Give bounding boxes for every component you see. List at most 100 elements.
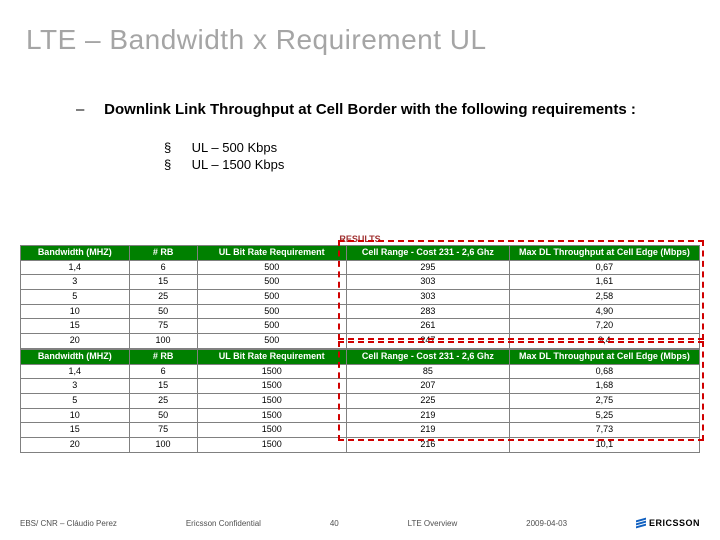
table-cell: 9,4 <box>509 334 699 349</box>
table-cell: 5,25 <box>509 408 699 423</box>
table-cell: 75 <box>129 319 197 334</box>
table-row: 31515002071,68 <box>21 379 700 394</box>
table-cell: 500 <box>197 275 346 290</box>
col-rb: # RB <box>129 246 197 261</box>
table-row: 5255003032,58 <box>21 290 700 305</box>
table-cell: 3 <box>21 275 130 290</box>
table-cell: 1,61 <box>509 275 699 290</box>
table-row: 10505002834,90 <box>21 304 700 319</box>
col-cell-range: Cell Range - Cost 231 - 2,6 Ghz <box>346 246 509 261</box>
footer-page: 40 <box>330 519 339 528</box>
table-cell: 85 <box>346 364 509 379</box>
table-cell: 15 <box>129 275 197 290</box>
footer-author: EBS/ CNR – Cláudio Perez <box>20 519 117 528</box>
table-row: 105015002195,25 <box>21 408 700 423</box>
table-cell: 5 <box>21 290 130 305</box>
table-row: 15755002617,20 <box>21 319 700 334</box>
results-area: RESULTS Bandwidth (MHZ) # RB UL Bit Rate… <box>20 234 700 453</box>
slide-title: LTE – Bandwidth x Requirement UL <box>26 24 487 56</box>
table-cell: 219 <box>346 408 509 423</box>
table-cell: 7,73 <box>509 423 699 438</box>
table-cell: 0,67 <box>509 260 699 275</box>
table-cell: 225 <box>346 393 509 408</box>
results-heading: RESULTS <box>20 234 700 244</box>
table-cell: 1,4 <box>21 364 130 379</box>
col-bandwidth: Bandwidth (MHZ) <box>21 246 130 261</box>
table-cell: 1,68 <box>509 379 699 394</box>
table-cell: 1500 <box>197 408 346 423</box>
table-cell: 261 <box>346 319 509 334</box>
col-rb: # RB <box>129 349 197 364</box>
table-cell: 50 <box>129 304 197 319</box>
footer-date: 2009-04-03 <box>526 519 567 528</box>
col-bandwidth: Bandwidth (MHZ) <box>21 349 130 364</box>
table-cell: 283 <box>346 304 509 319</box>
table-row: 3155003031,61 <box>21 275 700 290</box>
dash-bullet: – <box>76 98 100 122</box>
square-bullet-icon: § <box>164 140 188 155</box>
sublist: § UL – 500 Kbps § UL – 1500 Kbps <box>164 140 680 172</box>
table-body: 1,461500850,6831515002071,6852515002252,… <box>21 364 700 452</box>
table-cell: 500 <box>197 319 346 334</box>
table-cell: 500 <box>197 260 346 275</box>
ericsson-logo: ERICSSON <box>636 518 700 528</box>
table-cell: 100 <box>129 437 197 452</box>
table-cell: 7,20 <box>509 319 699 334</box>
table-cell: 207 <box>346 379 509 394</box>
table-cell: 0,68 <box>509 364 699 379</box>
list-item-label: UL – 1500 Kbps <box>192 157 285 172</box>
intro-line: – Downlink Link Throughput at Cell Borde… <box>100 98 680 122</box>
logo-text: ERICSSON <box>649 518 700 528</box>
table-cell: 20 <box>21 334 130 349</box>
table-row: 1,461500850,68 <box>21 364 700 379</box>
list-item: § UL – 1500 Kbps <box>164 157 680 172</box>
col-cell-range: Cell Range - Cost 231 - 2,6 Ghz <box>346 349 509 364</box>
footer-section: LTE Overview <box>408 519 458 528</box>
table-cell: 10 <box>21 408 130 423</box>
footer-confidential: Ericsson Confidential <box>186 519 261 528</box>
table-cell: 15 <box>129 379 197 394</box>
table-row: 20100150021610,1 <box>21 437 700 452</box>
table-cell: 6 <box>129 364 197 379</box>
table-cell: 25 <box>129 393 197 408</box>
ericsson-bars-icon <box>636 518 646 529</box>
table-row: 201005002479,4 <box>21 334 700 349</box>
col-ul-bitrate: UL Bit Rate Requirement <box>197 349 346 364</box>
table-cell: 6 <box>129 260 197 275</box>
table-header-row: Bandwidth (MHZ) # RB UL Bit Rate Require… <box>21 349 700 364</box>
table-cell: 247 <box>346 334 509 349</box>
results-table-1500: Bandwidth (MHZ) # RB UL Bit Rate Require… <box>20 349 700 453</box>
table-row: 1,465002950,67 <box>21 260 700 275</box>
list-item: § UL – 500 Kbps <box>164 140 680 155</box>
footer: EBS/ CNR – Cláudio Perez Ericsson Confid… <box>20 518 700 528</box>
table-cell: 1500 <box>197 393 346 408</box>
table-cell: 1500 <box>197 423 346 438</box>
col-ul-bitrate: UL Bit Rate Requirement <box>197 246 346 261</box>
table-cell: 3 <box>21 379 130 394</box>
table-cell: 20 <box>21 437 130 452</box>
table-cell: 216 <box>346 437 509 452</box>
col-max-dl: Max DL Throughput at Cell Edge (Mbps) <box>509 246 699 261</box>
table-cell: 1500 <box>197 437 346 452</box>
table-cell: 303 <box>346 275 509 290</box>
table-cell: 2,58 <box>509 290 699 305</box>
table-row: 52515002252,75 <box>21 393 700 408</box>
table-cell: 1,4 <box>21 260 130 275</box>
table-cell: 1500 <box>197 364 346 379</box>
results-table-500: Bandwidth (MHZ) # RB UL Bit Rate Require… <box>20 245 700 349</box>
table-cell: 500 <box>197 334 346 349</box>
table-cell: 50 <box>129 408 197 423</box>
table-header-row: Bandwidth (MHZ) # RB UL Bit Rate Require… <box>21 246 700 261</box>
table-cell: 500 <box>197 290 346 305</box>
table-cell: 10,1 <box>509 437 699 452</box>
table-cell: 25 <box>129 290 197 305</box>
square-bullet-icon: § <box>164 157 188 172</box>
table-body: 1,465002950,673155003031,615255003032,58… <box>21 260 700 348</box>
table-row: 157515002197,73 <box>21 423 700 438</box>
table-cell: 4,90 <box>509 304 699 319</box>
table-cell: 219 <box>346 423 509 438</box>
table-cell: 2,75 <box>509 393 699 408</box>
table-cell: 5 <box>21 393 130 408</box>
table-cell: 15 <box>21 423 130 438</box>
intro-text: Downlink Link Throughput at Cell Border … <box>104 101 636 118</box>
